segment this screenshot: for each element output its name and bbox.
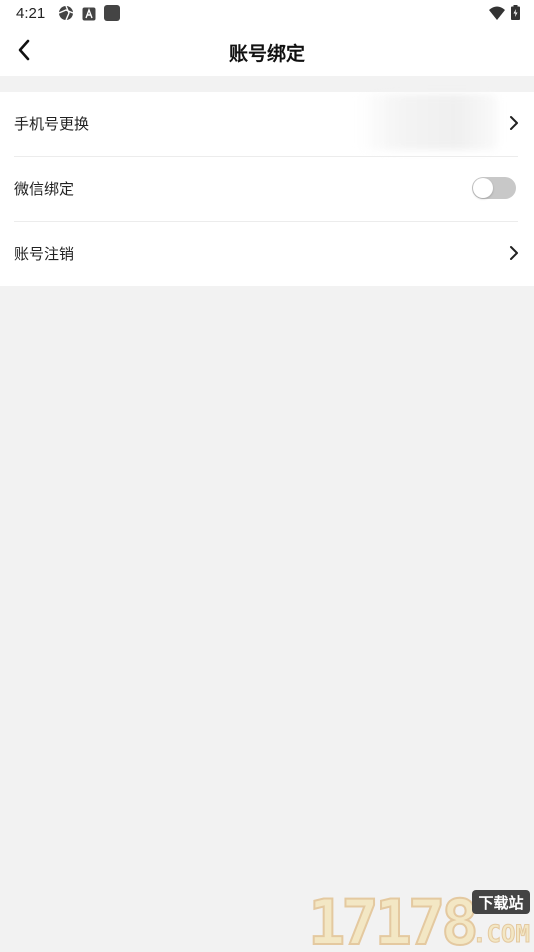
toggle-knob	[473, 178, 493, 198]
a-square-icon	[82, 6, 96, 25]
phone-change-row[interactable]: 手机号更换	[0, 92, 534, 156]
account-cancel-row[interactable]: 账号注销	[0, 222, 534, 286]
account-cancel-label: 账号注销	[14, 245, 75, 263]
watermark-logo: 17178 下载站 .COM	[307, 885, 532, 952]
svg-text:下载站: 下载站	[478, 894, 523, 912]
status-time: 4:21	[16, 5, 46, 22]
status-icons-right	[489, 5, 520, 24]
phone-number-blurred	[358, 94, 498, 150]
phone-change-label: 手机号更换	[14, 115, 90, 133]
status-icons-left	[58, 5, 120, 25]
svg-text:.COM: .COM	[472, 920, 530, 948]
wifi-icon	[489, 5, 505, 24]
wechat-bind-toggle[interactable]	[472, 177, 516, 199]
app-square-icon	[104, 5, 120, 25]
chevron-right-icon	[508, 245, 520, 261]
wechat-bind-label: 微信绑定	[14, 180, 75, 198]
settings-card: 手机号更换 微信绑定 账号注销	[0, 92, 534, 286]
battery-charging-icon	[511, 5, 520, 24]
nav-bar: 账号绑定	[0, 28, 534, 76]
chevron-right-icon	[508, 115, 520, 131]
wechat-bind-row: 微信绑定	[0, 157, 534, 221]
aperture-icon	[58, 5, 74, 25]
status-bar: 4:21	[0, 0, 534, 28]
page-title: 账号绑定	[228, 43, 305, 65]
svg-text:17178: 17178	[308, 886, 475, 948]
